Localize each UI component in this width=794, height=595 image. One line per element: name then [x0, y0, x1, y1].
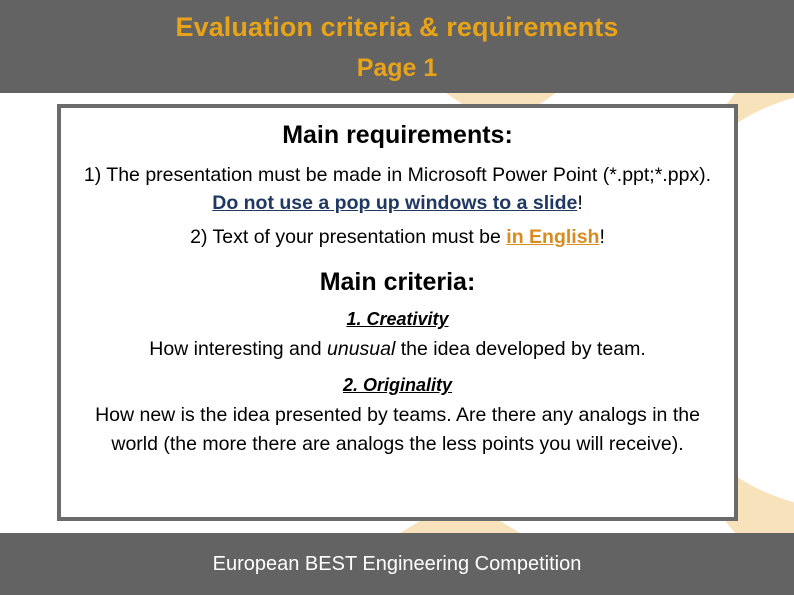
main-criteria-heading: Main criteria: — [319, 268, 476, 296]
content-box: Main requirements: 1) The presentation m… — [57, 104, 738, 521]
requirement-2-text: 2) Text of your presentation must be — [190, 226, 507, 248]
criterion-1-title: 1. Creativity — [346, 309, 449, 329]
requirement-1-highlight: Do not use a pop up windows to a slide — [212, 192, 578, 214]
requirement-2-suffix: ! — [599, 226, 605, 248]
decor-wedge-lower-right — [735, 300, 794, 533]
main-requirements-heading: Main requirements: — [282, 121, 513, 149]
requirement-1: 1) The presentation must be made in Micr… — [61, 161, 734, 217]
criterion-1-text-emphasis: unusual — [327, 338, 396, 360]
page-subtitle: Page 1 — [356, 54, 438, 82]
criterion-1-text-a: How interesting and — [149, 338, 328, 360]
criterion-1-description: How interesting and unusual the idea dev… — [61, 335, 734, 364]
slide-canvas: Evaluation criteria & requirements Page … — [0, 0, 794, 595]
decor-sliver-top — [446, 93, 556, 104]
requirement-1-text: 1) The presentation must be made in Micr… — [83, 164, 712, 186]
requirement-2-highlight: in English — [506, 226, 600, 248]
footer-label: European BEST Engineering Competition — [212, 553, 582, 575]
requirement-1-suffix: ! — [577, 192, 583, 214]
header-band: Evaluation criteria & requirements Page … — [0, 0, 794, 93]
criterion-2-description: How new is the idea presented by teams. … — [95, 404, 700, 455]
footer-band: European BEST Engineering Competition — [0, 533, 794, 595]
criterion-1-text-b: the idea developed by team. — [395, 338, 646, 360]
criterion-2-title: 2. Originality — [342, 375, 453, 395]
page-title: Evaluation criteria & requirements — [175, 12, 619, 42]
decor-sliver-bottom — [400, 521, 520, 533]
decor-wedge-upper-right — [735, 93, 794, 300]
requirement-2: 2) Text of your presentation must be in … — [61, 223, 734, 251]
